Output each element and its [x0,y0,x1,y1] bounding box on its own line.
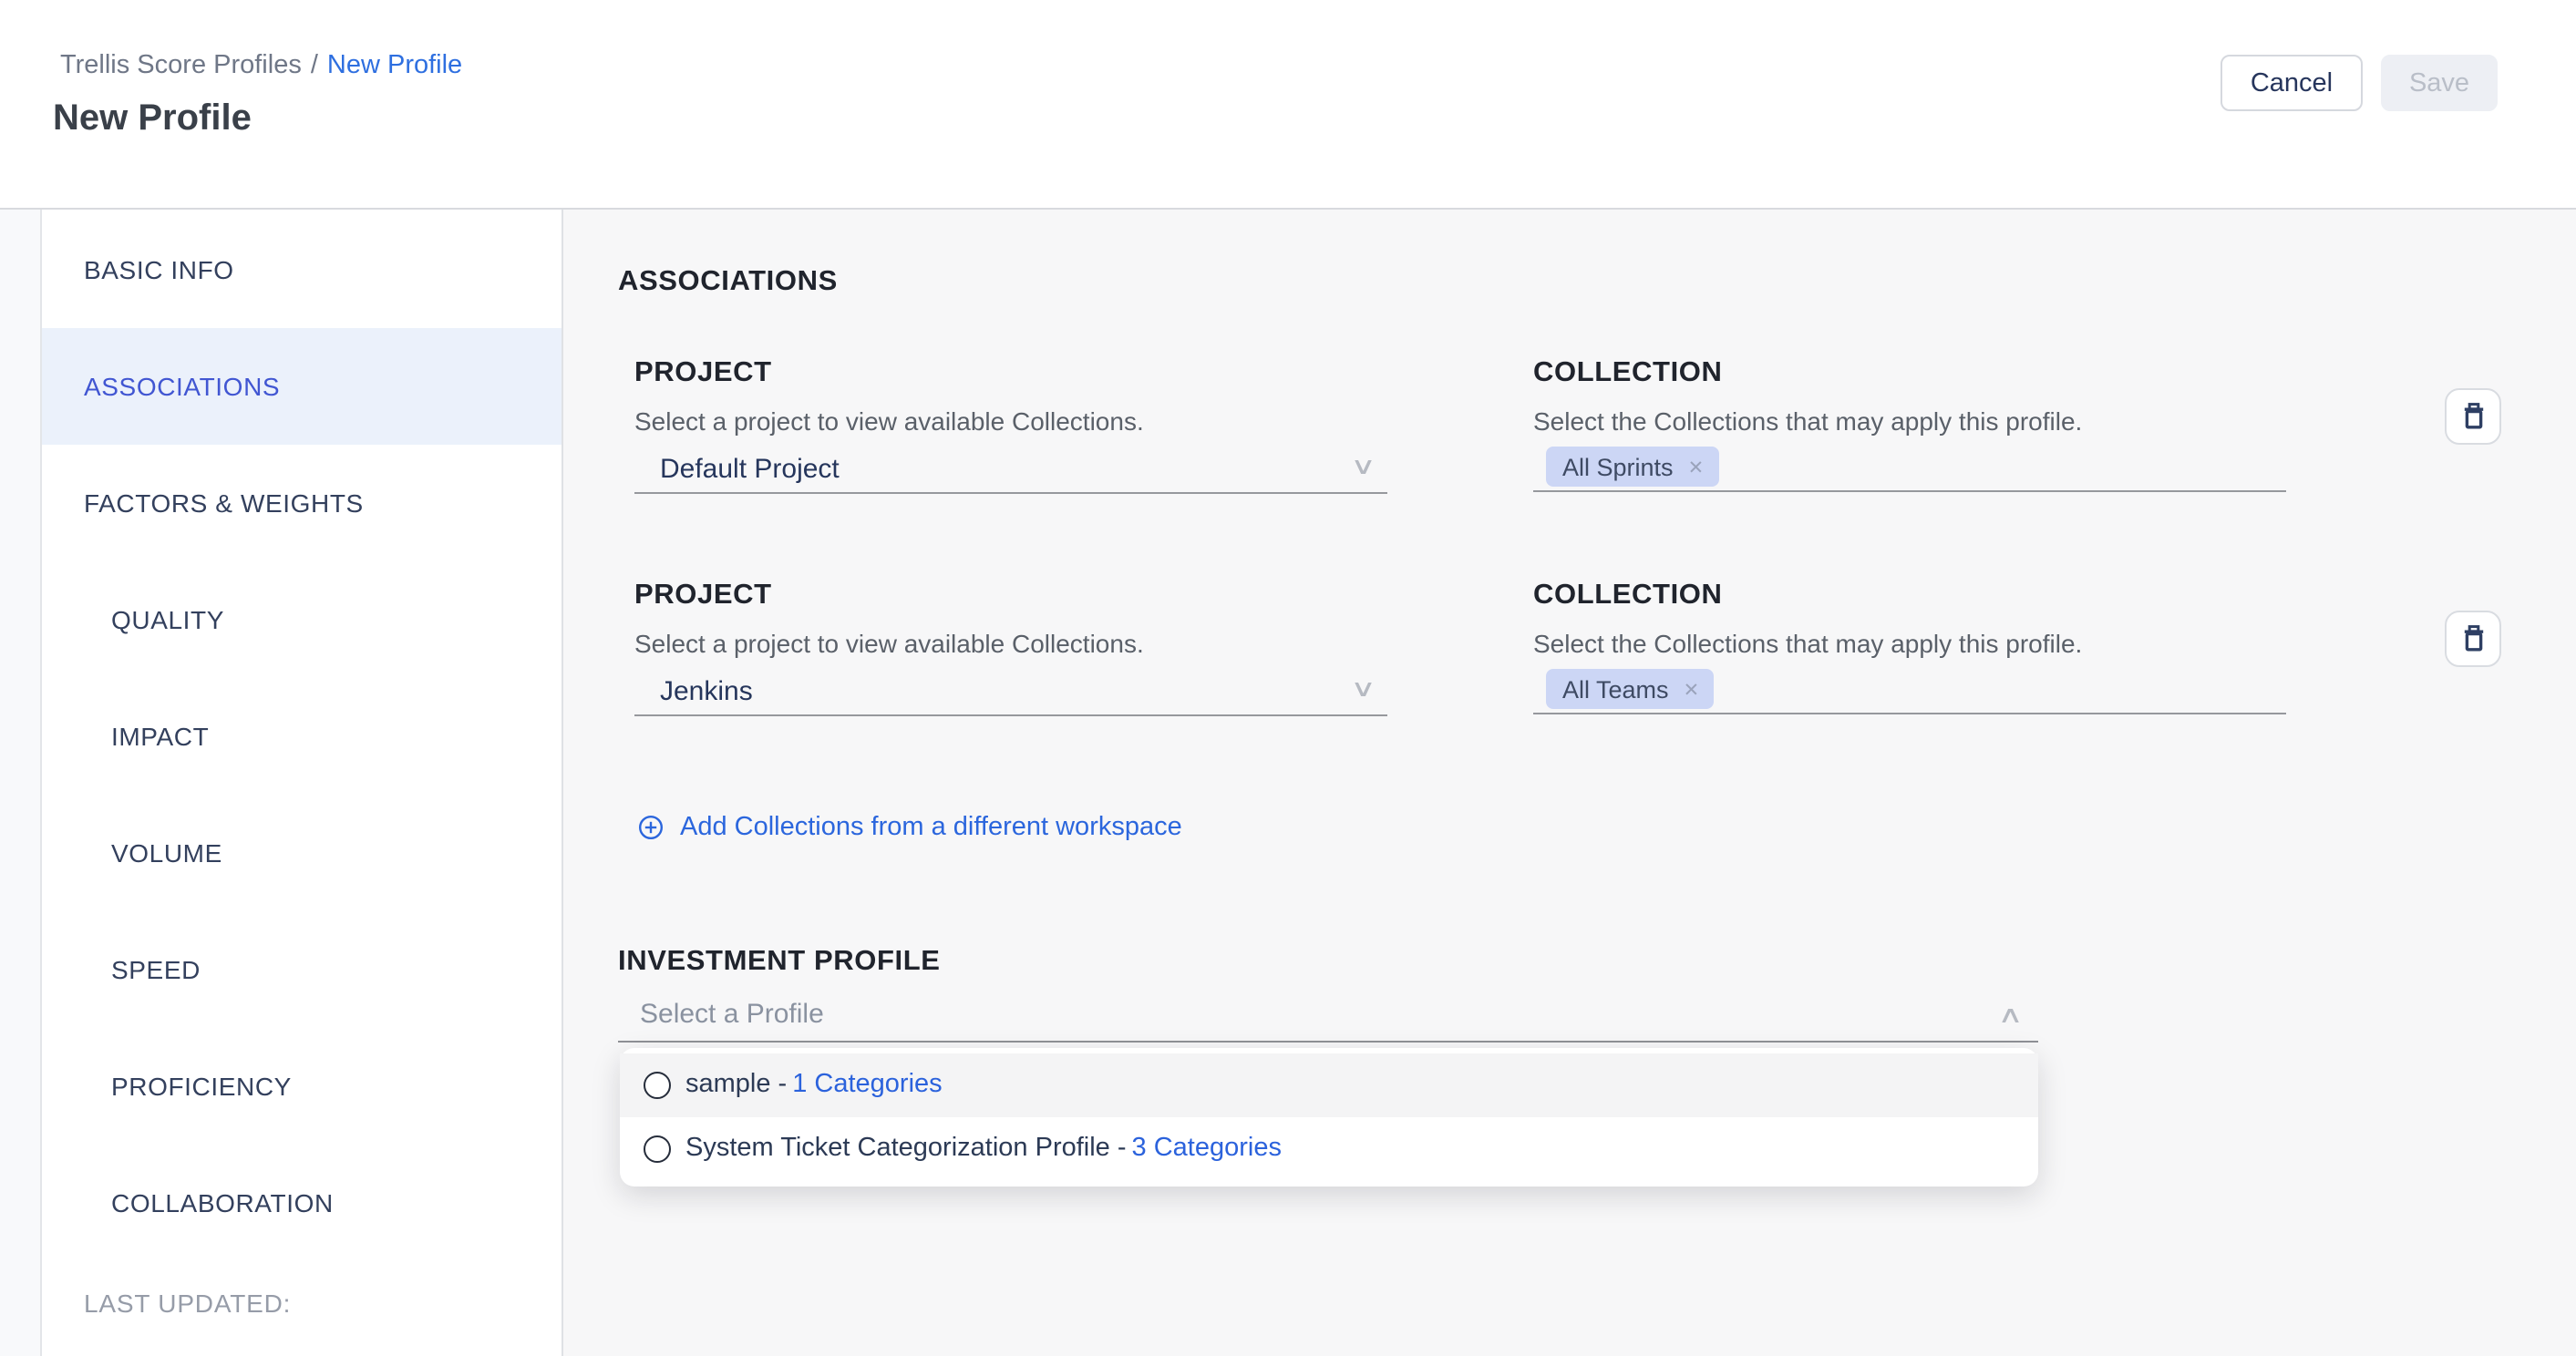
investment-profile-label: INVESTMENT PROFILE [618,946,2576,979]
chevron-down-icon: ∨ [1351,450,1377,481]
associations-section-title: ASSOCIATIONS [618,266,2576,299]
project-select[interactable]: Default Project ∨ [634,445,1387,494]
profile-option-sample[interactable]: sample - 1 Categories [620,1053,2038,1117]
add-collections-link-label: Add Collections from a different workspa… [680,813,1182,842]
profile-option-name: sample - [685,1070,787,1101]
save-button[interactable]: Save [2381,55,2498,111]
sidebar-item-collaboration[interactable]: COLLABORATION [42,1145,562,1261]
project-select-value: Jenkins [660,676,753,707]
breadcrumb: Trellis Score Profiles / New Profile [60,51,462,80]
project-column: PROJECT Select a project to view availab… [634,580,1387,716]
cancel-button[interactable]: Cancel [2221,55,2363,111]
collection-description: Select the Collections that may apply th… [1533,629,2286,658]
sidebar-item-volume[interactable]: VOLUME [42,795,562,911]
project-description: Select a project to view available Colle… [634,629,1387,658]
profile-option-categories-link[interactable]: 1 Categories [792,1070,942,1101]
collection-tag-label: All Sprints [1562,454,1674,481]
remove-tag-icon[interactable]: ✕ [1684,679,1700,701]
profile-option-categories-link[interactable]: 3 Categories [1132,1134,1282,1165]
collection-column: COLLECTION Select the Collections that m… [1533,580,2286,716]
sidebar-item-impact[interactable]: IMPACT [42,678,562,795]
radio-button[interactable] [644,1072,671,1099]
sidebar: BASIC INFO ASSOCIATIONS FACTORS & WEIGHT… [40,210,563,1356]
breadcrumb-root-link[interactable]: Trellis Score Profiles [60,51,302,80]
page-title: New Profile [53,98,252,140]
profile-option-system-ticket[interactable]: System Ticket Categorization Profile - 3… [620,1117,2038,1181]
sidebar-item-proficiency[interactable]: PROFICIENCY [42,1028,562,1145]
collection-tag: All Teams ✕ [1546,669,1714,709]
delete-association-button[interactable] [2445,388,2501,445]
left-gutter [0,210,40,1356]
collection-tag: All Sprints ✕ [1546,447,1718,487]
trash-icon [2458,623,2488,654]
collection-label: COLLECTION [1533,580,2286,612]
collection-column: COLLECTION Select the Collections that m… [1533,357,2286,494]
delete-association-button[interactable] [2445,611,2501,667]
sidebar-item-factors-weights[interactable]: FACTORS & WEIGHTS [42,445,562,561]
project-select-value: Default Project [660,454,840,485]
profile-option-name: System Ticket Categorization Profile - [685,1134,1127,1165]
project-column: PROJECT Select a project to view availab… [634,357,1387,494]
sidebar-item-speed[interactable]: SPEED [42,911,562,1028]
collection-tags-field[interactable]: All Teams ✕ [1533,667,2286,714]
investment-profile-dropdown: sample - 1 Categories System Ticket Cate… [620,1048,2038,1186]
project-label: PROJECT [634,580,1387,612]
investment-profile-placeholder: Select a Profile [640,999,824,1030]
breadcrumb-separator: / [311,51,318,80]
last-updated-label: LAST UPDATED: [42,1289,562,1318]
page-body: BASIC INFO ASSOCIATIONS FACTORS & WEIGHT… [0,210,2576,1356]
investment-profile-select[interactable]: Select a Profile ∧ sample - 1 Categories… [618,993,2038,1043]
chevron-up-icon: ∧ [1998,999,2025,1030]
collection-tag-label: All Teams [1562,676,1669,704]
add-collections-link[interactable]: Add Collections from a different workspa… [638,813,2576,842]
chevron-down-icon: ∨ [1351,673,1377,704]
association-row: PROJECT Select a project to view availab… [634,580,2576,716]
collection-tags-field[interactable]: All Sprints ✕ [1533,445,2286,492]
trash-icon [2458,401,2488,432]
project-select[interactable]: Jenkins ∨ [634,667,1387,716]
remove-tag-icon[interactable]: ✕ [1688,457,1705,478]
main-content: ASSOCIATIONS PROJECT Select a project to… [563,210,2576,1356]
page: Trellis Score Profiles / New Profile New P… [0,0,2576,1356]
page-header: Trellis Score Profiles / New Profile New P… [0,0,2576,210]
sidebar-item-quality[interactable]: QUALITY [42,561,562,678]
sidebar-item-associations[interactable]: ASSOCIATIONS [42,328,562,445]
radio-button[interactable] [644,1135,671,1163]
breadcrumb-current-link[interactable]: New Profile [327,51,462,80]
collection-label: COLLECTION [1533,357,2286,390]
circle-plus-icon [638,815,664,840]
sidebar-nav: BASIC INFO ASSOCIATIONS FACTORS & WEIGHT… [42,210,562,1261]
project-description: Select a project to view available Colle… [634,406,1387,436]
sidebar-item-basic-info[interactable]: BASIC INFO [42,211,562,328]
project-label: PROJECT [634,357,1387,390]
association-row: PROJECT Select a project to view availab… [634,357,2576,494]
collection-description: Select the Collections that may apply th… [1533,406,2286,436]
